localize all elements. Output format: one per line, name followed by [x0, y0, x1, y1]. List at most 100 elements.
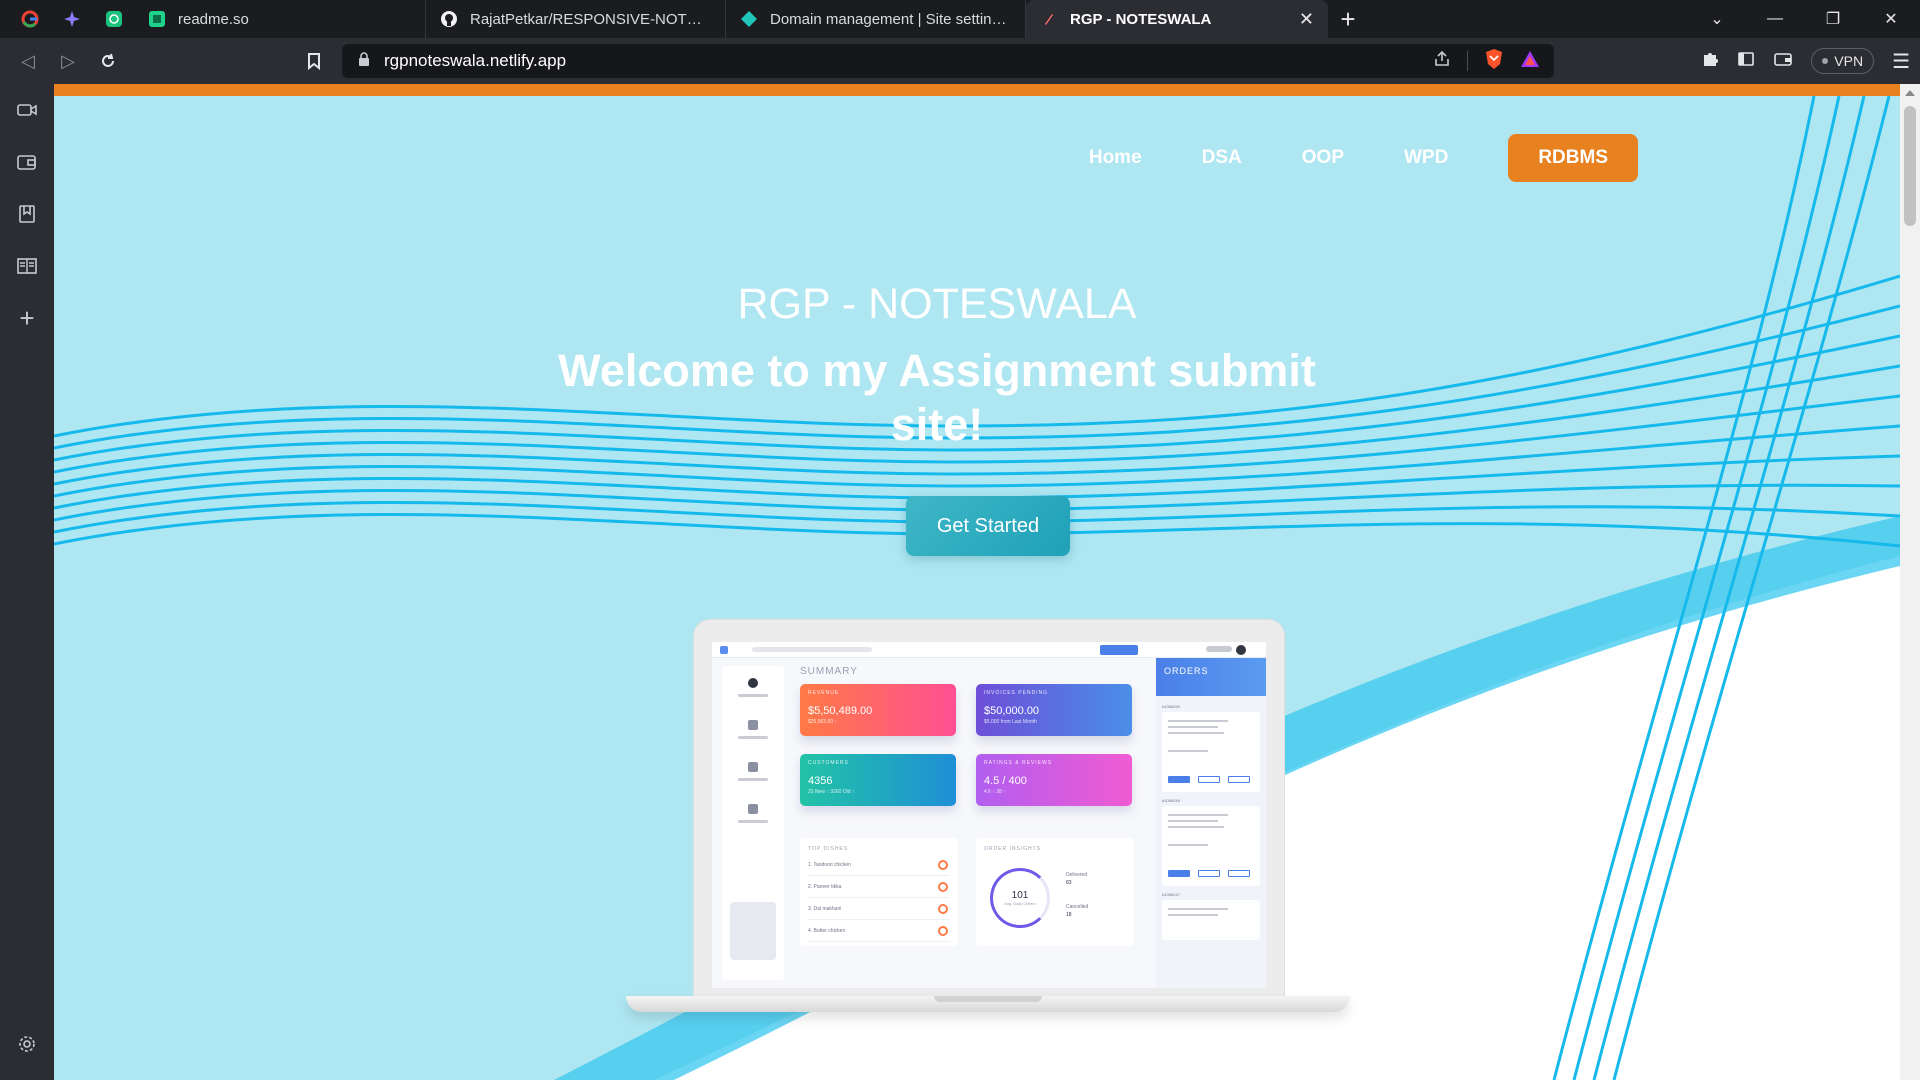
- ring-label: Avg. Daily Orders: [1004, 901, 1036, 906]
- brave-shields-icon[interactable]: [1484, 48, 1504, 75]
- order-line: [1168, 914, 1218, 916]
- mock-customers-icon: [748, 804, 758, 814]
- order-id: #1056250: [1162, 704, 1180, 709]
- nav-dsa[interactable]: DSA: [1202, 147, 1242, 169]
- mock-revenue-card: REVENUE $5,50,489.00 $25,562.00 ↑: [800, 684, 956, 736]
- share-icon[interactable]: [1433, 50, 1451, 73]
- add-sidebar-item-icon[interactable]: +: [0, 298, 54, 338]
- panel-heading: TOP DISHES: [808, 846, 849, 852]
- bookmarks-sidebar-icon[interactable]: [0, 194, 54, 234]
- site-icon: [1040, 10, 1058, 28]
- order-line: [1168, 908, 1228, 910]
- google-icon[interactable]: [10, 0, 50, 38]
- settings-gear-icon[interactable]: [0, 1024, 54, 1064]
- brave-rewards-icon[interactable]: [1520, 50, 1540, 73]
- close-tab-icon[interactable]: ✕: [1287, 9, 1314, 30]
- top-accent-bar: [54, 84, 1900, 96]
- panel-heading: ORDER INSIGHTS: [984, 846, 1042, 852]
- minimize-button[interactable]: —: [1746, 0, 1804, 38]
- nav-wpd[interactable]: WPD: [1404, 147, 1448, 169]
- mock-customers-card: CUSTOMERS 4356 25 New ↑ 3260 Old ↑: [800, 754, 956, 806]
- tab-readme[interactable]: readme.so: [134, 0, 426, 38]
- vpn-button[interactable]: VPN: [1811, 48, 1875, 74]
- reading-list-icon[interactable]: [0, 246, 54, 286]
- mock-avatar: [1236, 645, 1246, 655]
- order-line: [1168, 814, 1228, 816]
- mock-top-dishes-panel: TOP DISHES 1. Tandoori chicken 2. Paneer…: [800, 838, 958, 946]
- dish-name: 1. Tandoori chicken: [808, 862, 851, 868]
- page-viewport: Home DSA OOP WPD RDBMS RGP - NOTESWALA W…: [54, 84, 1900, 1080]
- wallet-sidebar-icon[interactable]: [0, 142, 54, 182]
- url-text: rgpnoteswala.netlify.app: [384, 51, 567, 70]
- scrollbar-thumb[interactable]: [1904, 106, 1916, 226]
- browser-toolbar: ◁ ▷ rgpnoteswala.netlify.app VPN ☰: [0, 38, 1920, 84]
- order-card: [1162, 806, 1260, 886]
- list-item: 4. Butter chicken: [808, 922, 950, 942]
- order-id: #1056247: [1162, 892, 1180, 897]
- stat-label: Delivered: [1066, 872, 1088, 878]
- mock-order-insights-panel: ORDER INSIGHTS 101 Avg. Daily Orders Del…: [976, 838, 1134, 946]
- mock-logo: [720, 646, 728, 654]
- stat-label: Cancelled: [1066, 904, 1089, 910]
- browser-sidebar: +: [0, 84, 54, 1080]
- nav-oop[interactable]: OOP: [1302, 147, 1344, 169]
- pinned-tabs: [0, 0, 134, 38]
- dish-chart-icon: [938, 882, 948, 892]
- order-call-icon: [1228, 776, 1250, 783]
- mock-button: [1100, 645, 1138, 655]
- card-sub: 25 New ↑ 3260 Old ↑: [808, 789, 855, 795]
- page-scrollbar[interactable]: [1900, 84, 1920, 1080]
- dish-chart-icon: [938, 904, 948, 914]
- scroll-up-arrow-icon[interactable]: [1905, 90, 1915, 96]
- wallet-icon[interactable]: [1773, 50, 1793, 73]
- cancelled-stat: Cancelled 18: [1066, 904, 1088, 918]
- back-button[interactable]: ◁: [8, 43, 48, 79]
- mock-sidebar: [722, 666, 784, 980]
- toolbar-actions: VPN ☰: [1701, 44, 1910, 78]
- mock-label: [738, 736, 768, 739]
- get-started-button[interactable]: Get Started: [906, 496, 1070, 556]
- nav-rdbms-button[interactable]: RDBMS: [1508, 134, 1638, 182]
- card-sub: 4.6 ↑ 38 ↑: [984, 789, 1006, 795]
- laptop-base: [626, 996, 1350, 1012]
- card-sub: $5,000 from Last Month: [984, 719, 1037, 725]
- tab-netlify[interactable]: Domain management | Site settings | r: [726, 0, 1026, 38]
- netlify-icon: [740, 10, 758, 28]
- tab-title: readme.so: [178, 10, 249, 28]
- video-call-icon[interactable]: [0, 90, 54, 130]
- readme-icon: [148, 10, 166, 28]
- list-item: 1. Tandoori chicken: [808, 856, 950, 876]
- mock-dashboard-icon: [748, 678, 758, 688]
- close-window-button[interactable]: ✕: [1862, 0, 1920, 38]
- tab-active[interactable]: RGP - NOTESWALA ✕: [1026, 0, 1328, 38]
- sparkle-icon[interactable]: [52, 0, 92, 38]
- order-line: [1168, 726, 1218, 728]
- sidebar-toggle-icon[interactable]: [1737, 50, 1755, 73]
- menu-icon[interactable]: ☰: [1892, 49, 1910, 74]
- list-item: 3. Dal makhani: [808, 900, 950, 920]
- forward-button[interactable]: ▷: [48, 43, 88, 79]
- card-value: $50,000.00: [984, 705, 1040, 717]
- dish-name: 3. Dal makhani: [808, 906, 842, 912]
- reload-button[interactable]: [88, 43, 128, 79]
- order-call-icon: [1228, 870, 1250, 877]
- tab-github[interactable]: RajatPetkar/RESPONSIVE-NOTES-WEB: [426, 0, 726, 38]
- card-sub: $25,562.00 ↑: [808, 719, 837, 725]
- order-line: [1168, 820, 1218, 822]
- tab-search-icon[interactable]: ⌄: [1688, 0, 1746, 38]
- bookmark-icon[interactable]: [294, 43, 334, 79]
- mock-search: [752, 647, 872, 652]
- extensions-icon[interactable]: [1701, 50, 1719, 73]
- chatgpt-icon[interactable]: [94, 0, 134, 38]
- window-controls: ⌄ — ❐ ✕: [1688, 0, 1920, 38]
- new-tab-button[interactable]: +: [1328, 0, 1368, 38]
- restore-button[interactable]: ❐: [1804, 0, 1862, 38]
- order-card: [1162, 712, 1260, 792]
- laptop-notch: [934, 996, 1042, 1002]
- nav-home[interactable]: Home: [1089, 147, 1142, 169]
- dish-name: 4. Butter chicken: [808, 928, 846, 934]
- mock-orders-panel: ORDERS #1056250 #1056249 #1056247: [1156, 658, 1266, 988]
- order-line: [1168, 732, 1224, 734]
- address-bar[interactable]: rgpnoteswala.netlify.app: [342, 44, 1554, 78]
- address-bar-actions: [1433, 44, 1540, 78]
